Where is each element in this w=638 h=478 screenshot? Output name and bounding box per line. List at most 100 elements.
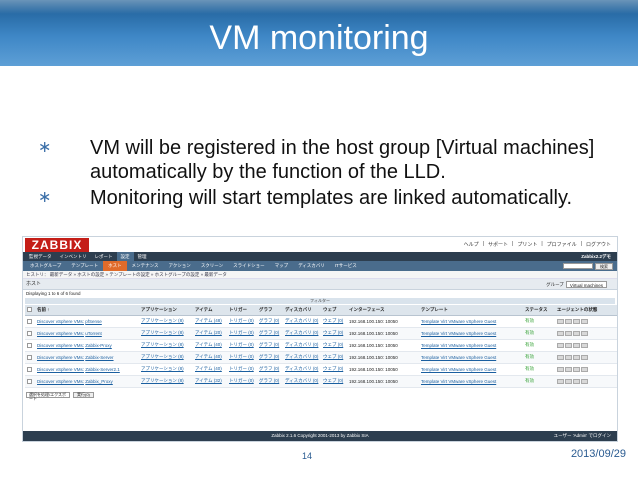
applications-link[interactable]: アプリケーション (8) [141, 366, 184, 371]
col-status[interactable]: ステータス [523, 305, 555, 316]
graphs-link[interactable]: グラフ (0) [259, 330, 279, 335]
discovery-link[interactable]: ディスカバリ (0) [285, 366, 318, 371]
applications-link[interactable]: アプリケーション (8) [141, 342, 184, 347]
submenu-it-services[interactable]: ITサービス [330, 261, 362, 271]
discovery-rule-link[interactable]: Discover vSphere VMs: [37, 355, 84, 360]
status-link[interactable]: 有効 [525, 366, 534, 371]
graphs-link[interactable]: グラフ (0) [259, 378, 279, 383]
main-menu: 監視データ インベントリ レポート 設定 管理 Zabbix2.2デモ [23, 252, 617, 261]
template-link[interactable]: Template Virt VMware vSphere Guest [421, 343, 496, 348]
discovery-rule-link[interactable]: Discover vSphere VMs: [37, 379, 84, 384]
menu-inventory[interactable]: インベントリ [56, 252, 91, 261]
template-link[interactable]: Template Virt VMware vSphere Guest [421, 367, 496, 372]
items-link[interactable]: アイテム (40) [195, 342, 222, 347]
discovery-link[interactable]: ディスカバリ (0) [285, 378, 318, 383]
host-name-link[interactable]: pfSense [85, 319, 102, 324]
discovery-link[interactable]: ディスカバリ (0) [285, 342, 318, 347]
submenu-slides[interactable]: スライドショー [228, 261, 270, 271]
menu-administration[interactable]: 管理 [134, 252, 151, 261]
submenu-host-groups[interactable]: ホストグループ [25, 261, 66, 271]
triggers-link[interactable]: トリガー (0) [229, 354, 254, 359]
applications-link[interactable]: アプリケーション (8) [141, 318, 184, 323]
select-all-checkbox[interactable] [27, 307, 32, 313]
row-checkbox[interactable] [27, 378, 32, 384]
status-link[interactable]: 有効 [525, 318, 534, 323]
discovery-rule-link[interactable]: Discover vSphere VMs: [37, 367, 84, 372]
row-checkbox[interactable] [27, 366, 32, 372]
items-link[interactable]: アイテム (48) [195, 318, 222, 323]
triggers-link[interactable]: トリガー (0) [229, 366, 254, 371]
graphs-link[interactable]: グラフ (0) [259, 354, 279, 359]
discovery-rule-link[interactable]: Discover vSphere VMs: [37, 319, 84, 324]
graphs-link[interactable]: グラフ (0) [259, 342, 279, 347]
row-checkbox[interactable] [27, 354, 32, 360]
triggers-link[interactable]: トリガー (0) [229, 378, 254, 383]
items-link[interactable]: アイテム (40) [195, 366, 222, 371]
row-checkbox[interactable] [27, 330, 32, 336]
status-link[interactable]: 有効 [525, 378, 534, 383]
discovery-rule-link[interactable]: Discover vSphere VMs: [37, 343, 84, 348]
web-link[interactable]: ウェブ (0) [323, 342, 343, 347]
web-link[interactable]: ウェブ (0) [323, 318, 343, 323]
host-name-link[interactable]: Zabbix-Proxy [85, 343, 112, 348]
web-link[interactable]: ウェブ (0) [323, 330, 343, 335]
discovery-link[interactable]: ディスカバリ (0) [285, 354, 318, 359]
host-name-link[interactable]: uTorrent [85, 331, 102, 336]
submenu-discovery[interactable]: ディスカバリ [293, 261, 330, 271]
row-checkbox[interactable] [27, 318, 32, 324]
group-select[interactable]: Virtual machines [565, 281, 607, 288]
submenu-maintenance[interactable]: メンテナンス [127, 261, 164, 271]
menu-configuration[interactable]: 設定 [116, 252, 134, 261]
col-name[interactable]: 名前 ↑ [35, 305, 139, 316]
status-link[interactable]: 有効 [525, 330, 534, 335]
col-checkbox [25, 305, 35, 316]
triggers-link[interactable]: トリガー (0) [229, 330, 254, 335]
zbx-availability-icon [557, 330, 564, 336]
web-link[interactable]: ウェブ (0) [323, 354, 343, 359]
status-link[interactable]: 有効 [525, 354, 534, 359]
menu-monitoring[interactable]: 監視データ [25, 252, 56, 261]
host-name-link[interactable]: Zabbix_Proxy [85, 379, 113, 384]
applications-link[interactable]: アプリケーション (8) [141, 378, 184, 383]
filter-toggle[interactable]: フィルター [25, 298, 615, 304]
items-link[interactable]: アイテム (40) [195, 354, 222, 359]
status-link[interactable]: 有効 [525, 342, 534, 347]
discovery-link[interactable]: ディスカバリ (0) [285, 318, 318, 323]
graphs-link[interactable]: グラフ (0) [259, 318, 279, 323]
host-name-link[interactable]: Zabbix-Server [85, 355, 113, 360]
graphs-link[interactable]: グラフ (0) [259, 366, 279, 371]
applications-link[interactable]: アプリケーション (8) [141, 330, 184, 335]
template-link[interactable]: Template Virt VMware vSphere Guest [421, 379, 496, 384]
submenu-maps[interactable]: マップ [270, 261, 294, 271]
action-select[interactable]: 選択を処理/エクスポート [26, 391, 70, 400]
items-link[interactable]: アイテム (32) [195, 378, 222, 383]
row-checkbox[interactable] [27, 342, 32, 348]
items-cell: アイテム (40) [193, 363, 227, 376]
template-link[interactable]: Template Virt VMware vSphere Guest [421, 331, 496, 336]
menu-reports[interactable]: レポート [91, 252, 117, 261]
submenu-actions[interactable]: アクション [164, 261, 196, 271]
print-link[interactable]: プリント [517, 241, 537, 248]
applications-link[interactable]: アプリケーション (8) [141, 354, 184, 359]
submenu-templates[interactable]: テンプレート [66, 261, 103, 271]
web-link[interactable]: ウェブ (0) [323, 366, 343, 371]
triggers-link[interactable]: トリガー (0) [229, 318, 254, 323]
support-link[interactable]: サポート [488, 241, 508, 248]
submenu-hosts[interactable]: ホスト [103, 261, 127, 271]
status-cell: 有効 [523, 351, 555, 364]
search-input[interactable] [563, 263, 593, 269]
logout-link[interactable]: ログアウト [586, 241, 611, 248]
discovery-link[interactable]: ディスカバリ (0) [285, 330, 318, 335]
items-link[interactable]: アイテム (20) [195, 330, 222, 335]
submenu-screens[interactable]: スクリーン [196, 261, 228, 271]
help-link[interactable]: ヘルプ [464, 241, 479, 248]
execute-button[interactable]: 実行(0) [73, 391, 94, 398]
host-name-link[interactable]: Zabbix-Server2.1 [85, 367, 120, 372]
template-link[interactable]: Template Virt VMware vSphere Guest [421, 355, 496, 360]
discovery-rule-link[interactable]: Discover vSphere VMs: [37, 331, 84, 336]
triggers-link[interactable]: トリガー (0) [229, 342, 254, 347]
profile-link[interactable]: プロファイル [547, 241, 577, 248]
web-link[interactable]: ウェブ (0) [323, 378, 343, 383]
search-button[interactable]: 検索 [595, 262, 613, 270]
template-link[interactable]: Template Virt VMware vSphere Guest [421, 319, 496, 324]
